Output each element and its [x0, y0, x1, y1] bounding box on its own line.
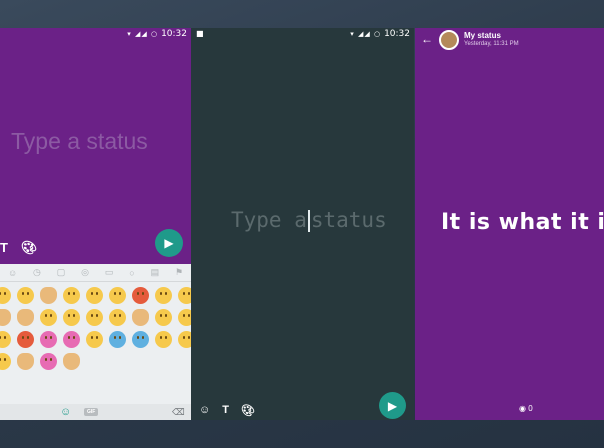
emoji-key[interactable]	[86, 330, 103, 348]
emoji-key[interactable]	[40, 286, 57, 304]
bulb-icon[interactable]: ○	[129, 268, 134, 278]
back-arrow-icon[interactable]: ←	[421, 32, 433, 46]
emoji-key[interactable]	[17, 308, 34, 326]
emoji-row	[0, 306, 191, 328]
editor-tools: T 🎨︎	[0, 240, 37, 256]
backspace-icon[interactable]: ⌫	[172, 407, 185, 418]
emoji-key[interactable]	[40, 308, 57, 326]
emoji-key[interactable]	[132, 286, 149, 304]
emoji-category-tabs: ☺ ◷ ▢ ◎ ▭ ○ ▤ ⚑	[0, 264, 191, 282]
emoji-key[interactable]	[178, 286, 191, 304]
emoji-row	[0, 328, 191, 350]
emoji-key[interactable]	[155, 308, 172, 326]
send-button[interactable]: ▶	[155, 229, 183, 257]
flag-icon[interactable]: ⚑	[175, 267, 183, 278]
text-cursor	[307, 210, 310, 232]
placeholder-part: status	[310, 208, 387, 232]
send-icon: ▶	[387, 398, 398, 413]
send-icon: ▶	[164, 236, 174, 250]
clock: 10:32	[161, 29, 187, 39]
text-style-button[interactable]: T	[222, 404, 229, 417]
status-bar: ▾ ◢◢ ○ 10:32	[0, 28, 191, 40]
emoji-key[interactable]	[63, 308, 80, 326]
status-bar: ■ ▾ ◢◢ ○ 10:32	[191, 28, 414, 40]
avatar	[439, 30, 459, 50]
status-timestamp: Yesterday, 11:31 PM	[464, 41, 519, 47]
status-input[interactable]: Type a status	[231, 208, 387, 232]
status-input[interactable]: Type a status	[11, 128, 148, 155]
emoji-key[interactable]	[17, 286, 34, 304]
emoji-key[interactable]	[40, 330, 57, 348]
emoji-key[interactable]	[109, 286, 126, 304]
emoji-key[interactable]	[63, 352, 80, 370]
sports-icon[interactable]: ◎	[81, 267, 89, 278]
text-style-button[interactable]: T	[0, 240, 8, 256]
status-header: ← My status Yesterday, 11:31 PM	[415, 28, 604, 54]
emoji-key[interactable]	[40, 352, 57, 370]
view-count[interactable]: ◉ 0	[519, 404, 533, 413]
emoji-key[interactable]	[155, 286, 172, 304]
emoji-row	[0, 284, 191, 306]
animals-icon[interactable]: ▢	[57, 267, 66, 278]
emoji-key[interactable]	[109, 330, 126, 348]
gif-button[interactable]: GIF	[84, 408, 99, 416]
emoji-key[interactable]	[132, 308, 149, 326]
emoji-key[interactable]	[109, 308, 126, 326]
emoji-key[interactable]	[132, 330, 149, 348]
status-editor-text-dark: ■ ▾ ◢◢ ○ 10:32 Type a status ☺ T 🎨︎ ▶	[191, 28, 414, 420]
keyboard-bottom-bar: ☺ GIF ⌫	[0, 404, 191, 420]
editor-tools: ☺ T 🎨︎	[199, 404, 255, 417]
emoji-icon[interactable]: ☺	[199, 404, 210, 417]
emoji-toggle-icon[interactable]: ☺	[60, 406, 71, 418]
recent-icon[interactable]: ◷	[33, 267, 41, 278]
emoji-key[interactable]	[17, 352, 34, 370]
status-text: It is what it is	[441, 210, 604, 235]
emoji-key[interactable]	[0, 286, 11, 304]
send-button[interactable]: ▶	[379, 392, 406, 419]
emoji-keyboard: ☺ ◷ ▢ ◎ ▭ ○ ▤ ⚑ ☺ GIF ⌫	[0, 264, 191, 420]
emoji-key[interactable]	[178, 308, 191, 326]
status-viewer: ← My status Yesterday, 11:31 PM It is wh…	[415, 28, 604, 420]
emoji-key[interactable]	[178, 330, 191, 348]
emoji-icon[interactable]: ☺	[8, 268, 17, 278]
status-editor-text-keyboard: ▾ ◢◢ ○ 10:32 Type a status T 🎨︎ ▶ ☺ ◷ ▢ …	[0, 28, 191, 420]
emoji-key[interactable]	[63, 330, 80, 348]
signal-icons: ▾ ◢◢ ○	[127, 30, 159, 38]
car-icon[interactable]: ▭	[105, 267, 114, 278]
status-owner-name: My status	[464, 31, 501, 40]
placeholder-part: Type a	[231, 208, 307, 232]
emoji-key[interactable]	[0, 352, 11, 370]
palette-icon[interactable]: 🎨︎	[21, 240, 38, 256]
signal-icons: ▾ ◢◢ ○	[350, 30, 382, 38]
emoji-key[interactable]	[0, 308, 11, 326]
emoji-key[interactable]	[86, 308, 103, 326]
emoji-row	[0, 350, 191, 372]
emoji-key[interactable]	[155, 330, 172, 348]
emoji-key[interactable]	[0, 330, 11, 348]
emoji-key[interactable]	[63, 286, 80, 304]
palette-icon[interactable]: 🎨︎	[241, 404, 255, 417]
symbols-icon[interactable]: ▤	[151, 267, 160, 278]
eye-icon: ◉	[519, 404, 526, 413]
view-count-value: 0	[528, 404, 533, 413]
emoji-key[interactable]	[86, 286, 103, 304]
emoji-key[interactable]	[17, 330, 34, 348]
notification-icon: ■	[196, 29, 204, 38]
clock: 10:32	[384, 29, 410, 39]
emoji-grid	[0, 284, 191, 372]
